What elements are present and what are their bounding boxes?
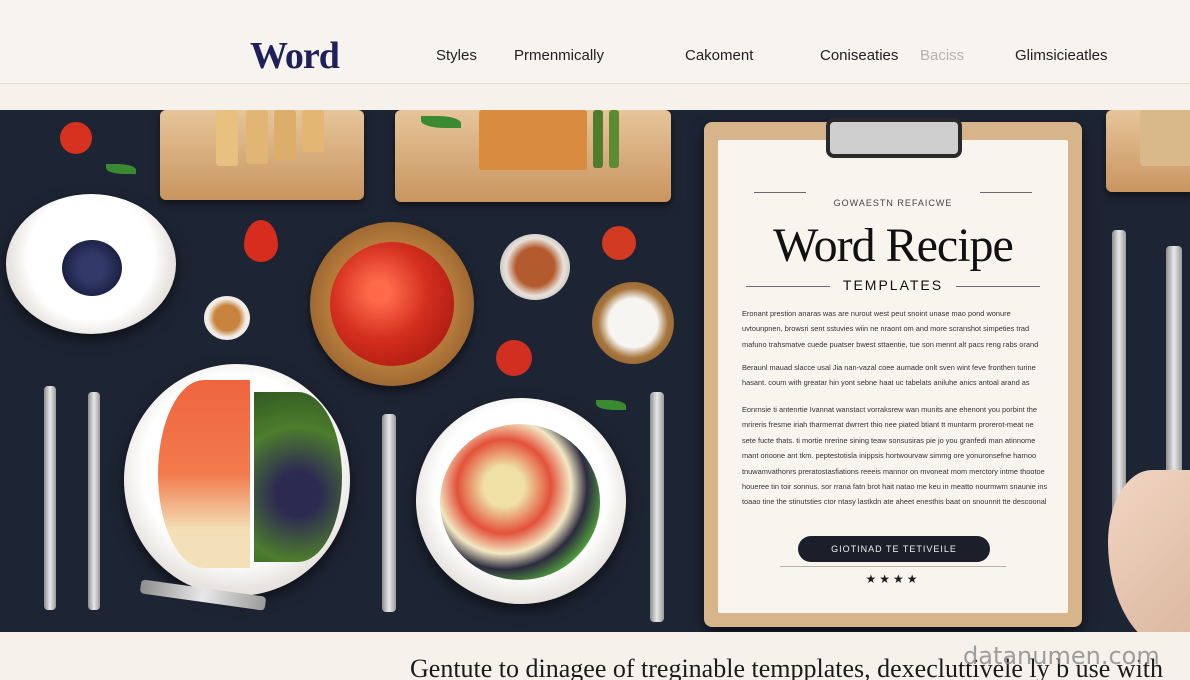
nav-item-styles[interactable]: Styles bbox=[436, 47, 477, 64]
card-eyebrow: GOWAESTN REFAICWE bbox=[833, 198, 953, 208]
card-paragraph-1: Eronant prestion anaras was are nurout w… bbox=[742, 309, 1039, 349]
watermark: datanumen.com bbox=[963, 642, 1160, 670]
clipboard-clip-icon bbox=[826, 118, 962, 158]
cutting-board-center bbox=[395, 110, 671, 202]
knife-center bbox=[650, 392, 664, 622]
card-subtitle: TEMPLATES bbox=[842, 277, 944, 293]
cutting-board-right bbox=[1106, 110, 1190, 192]
divider bbox=[754, 192, 806, 193]
nav-item-prmenmically[interactable]: Prmenmically bbox=[514, 47, 604, 64]
top-navigation-bar: Word Styles Prmenmically Cakoment Conise… bbox=[0, 0, 1190, 84]
fork-left bbox=[44, 386, 56, 610]
rating-stars: ★★★★ bbox=[865, 572, 921, 586]
card-paragraph-3: Eonrnsie ti antenrtie Ivannat wanstact v… bbox=[742, 405, 1048, 507]
hand bbox=[1108, 470, 1190, 632]
knife-right bbox=[1112, 230, 1126, 526]
recipe-template-clipboard: GOWAESTN REFAICWE Word Recipe TEMPLATES … bbox=[704, 118, 1082, 627]
recipe-template-card: GOWAESTN REFAICWE Word Recipe TEMPLATES … bbox=[718, 140, 1068, 613]
cherry-tomatoes bbox=[330, 242, 454, 366]
blueberries bbox=[62, 240, 122, 296]
nav-item-cakoment[interactable]: Cakoment bbox=[685, 47, 753, 64]
fork-left-2 bbox=[88, 392, 100, 610]
flour-bowl bbox=[592, 282, 674, 364]
hero-food-image: GOWAESTN REFAICWE Word Recipe TEMPLATES … bbox=[0, 110, 1190, 632]
card-title: Word Recipe bbox=[773, 219, 1014, 272]
divider bbox=[980, 192, 1032, 193]
download-template-button[interactable]: GIOTINAD TE TETIVEILE bbox=[798, 536, 990, 562]
small-ramekin bbox=[204, 296, 250, 340]
nav-item-baciss[interactable]: Baciss bbox=[920, 47, 964, 64]
card-paragraph-2: Beraunl mauad slacce usal Jia nan-vazal … bbox=[742, 363, 1036, 388]
spoon bbox=[382, 414, 396, 612]
cutting-board-left bbox=[160, 110, 364, 200]
divider bbox=[780, 566, 1006, 567]
nav-item-glimsicieatles[interactable]: Glimsicieatles bbox=[1015, 47, 1108, 64]
brand-logo[interactable]: Word bbox=[250, 34, 340, 78]
nav-item-coniseaties[interactable]: Coniseaties bbox=[820, 47, 898, 64]
spice-jar bbox=[500, 234, 570, 300]
